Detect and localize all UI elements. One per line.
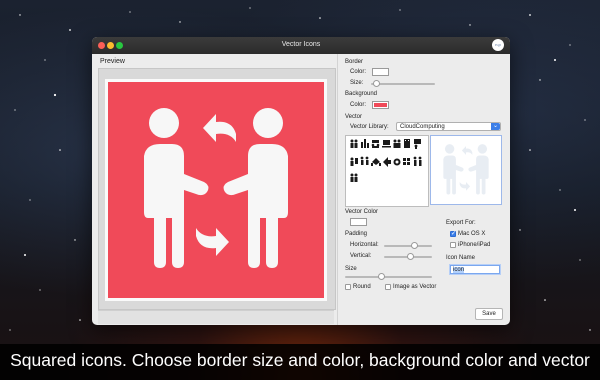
slider-track (345, 276, 432, 278)
globe-icon (393, 158, 401, 166)
background-heading: Background (345, 91, 378, 97)
background-color-swatch (374, 103, 387, 107)
slider-knob[interactable] (407, 253, 414, 260)
avatar[interactable]: n.p (492, 39, 504, 51)
border-color-swatch (374, 70, 387, 74)
round-label: Round (353, 284, 371, 290)
caption-bar: Squared icons. Choose border size and co… (0, 344, 600, 380)
panel-divider (337, 54, 338, 325)
person-pair-icon (413, 156, 422, 166)
padding-heading: Padding (345, 231, 368, 237)
border-heading: Border (345, 59, 364, 65)
iphone-ipad-checkbox[interactable] (450, 242, 456, 248)
slider-track (371, 83, 435, 85)
border-size-label: Size: (350, 80, 364, 86)
border-color-label: Color: (350, 69, 367, 75)
people-icon (350, 139, 358, 148)
graph-icon (350, 157, 358, 166)
arrow-icon (383, 157, 391, 167)
size-heading: Size (345, 266, 357, 272)
image-as-vector-checkbox[interactable] (385, 284, 391, 290)
people-exchange-icon (144, 108, 288, 268)
background-color-well[interactable] (372, 101, 389, 109)
window-title: Vector Icons (281, 41, 321, 48)
building-icon (404, 139, 410, 148)
handshake-icon (371, 158, 381, 166)
slider-track (384, 245, 432, 247)
laptop-icon (382, 140, 391, 148)
vector-heading: Vector (345, 114, 363, 120)
export-heading: Export For: (446, 220, 476, 226)
slider-knob[interactable] (411, 242, 418, 249)
vector-color-heading: Vector Color (345, 209, 379, 215)
vector-icon-list (350, 139, 422, 182)
people-exchange-icon (443, 144, 489, 195)
padding-horizontal-slider[interactable] (384, 242, 432, 250)
vector-library-select[interactable]: CloudComputing ⌄ (396, 122, 501, 131)
chevron-down-icon: ⌄ (491, 123, 500, 130)
vector-color-swatch (352, 220, 365, 224)
chart-icon (361, 139, 369, 148)
team-icon (393, 139, 401, 148)
title-bar[interactable]: Vector Icons n.p (92, 37, 510, 54)
caption-text: Squared icons. Choose border size and co… (10, 350, 590, 370)
background-color-label: Color: (350, 102, 367, 108)
slider-knob[interactable] (378, 273, 385, 280)
iphone-ipad-label: iPhone/iPad (458, 242, 491, 248)
preview-footer (98, 310, 334, 324)
vector-library-value: CloudComputing (400, 124, 445, 130)
preview-canvas (105, 79, 327, 301)
image-as-vector-label: Image as Vector (393, 284, 437, 290)
grid-icon (403, 158, 410, 165)
mac-os-x-label: Mac OS X (458, 231, 486, 237)
preview-label: Preview (100, 58, 125, 65)
border-color-well[interactable] (372, 68, 389, 76)
size-slider[interactable] (345, 273, 432, 281)
padding-vertical-label: Vertical: (350, 253, 372, 259)
icon-name-value: icon (453, 267, 465, 273)
save-button[interactable]: Save (475, 308, 503, 320)
app-window: Vector Icons n.p Preview Border Color: S… (92, 37, 510, 325)
preview-icon (108, 82, 324, 298)
icon-name-field[interactable]: icon (450, 265, 500, 274)
vector-library-label: Vector Library: (350, 124, 389, 130)
icon-name-heading: Icon Name (446, 255, 476, 261)
vector-preview-thumbnail (430, 135, 502, 205)
meeting-icon (371, 140, 380, 148)
vector-icon-grid[interactable] (345, 135, 429, 207)
slider-knob[interactable] (373, 80, 380, 87)
round-checkbox[interactable] (345, 284, 351, 290)
padding-horizontal-label: Horizontal: (350, 242, 379, 248)
padding-vertical-slider[interactable] (384, 253, 432, 261)
vector-color-well[interactable] (350, 218, 367, 226)
presentation-icon (414, 139, 421, 149)
people-exchange-icon-small (360, 156, 369, 165)
border-size-slider[interactable] (371, 80, 435, 88)
mac-os-x-checkbox[interactable] (450, 230, 456, 237)
person-icon (350, 173, 358, 182)
